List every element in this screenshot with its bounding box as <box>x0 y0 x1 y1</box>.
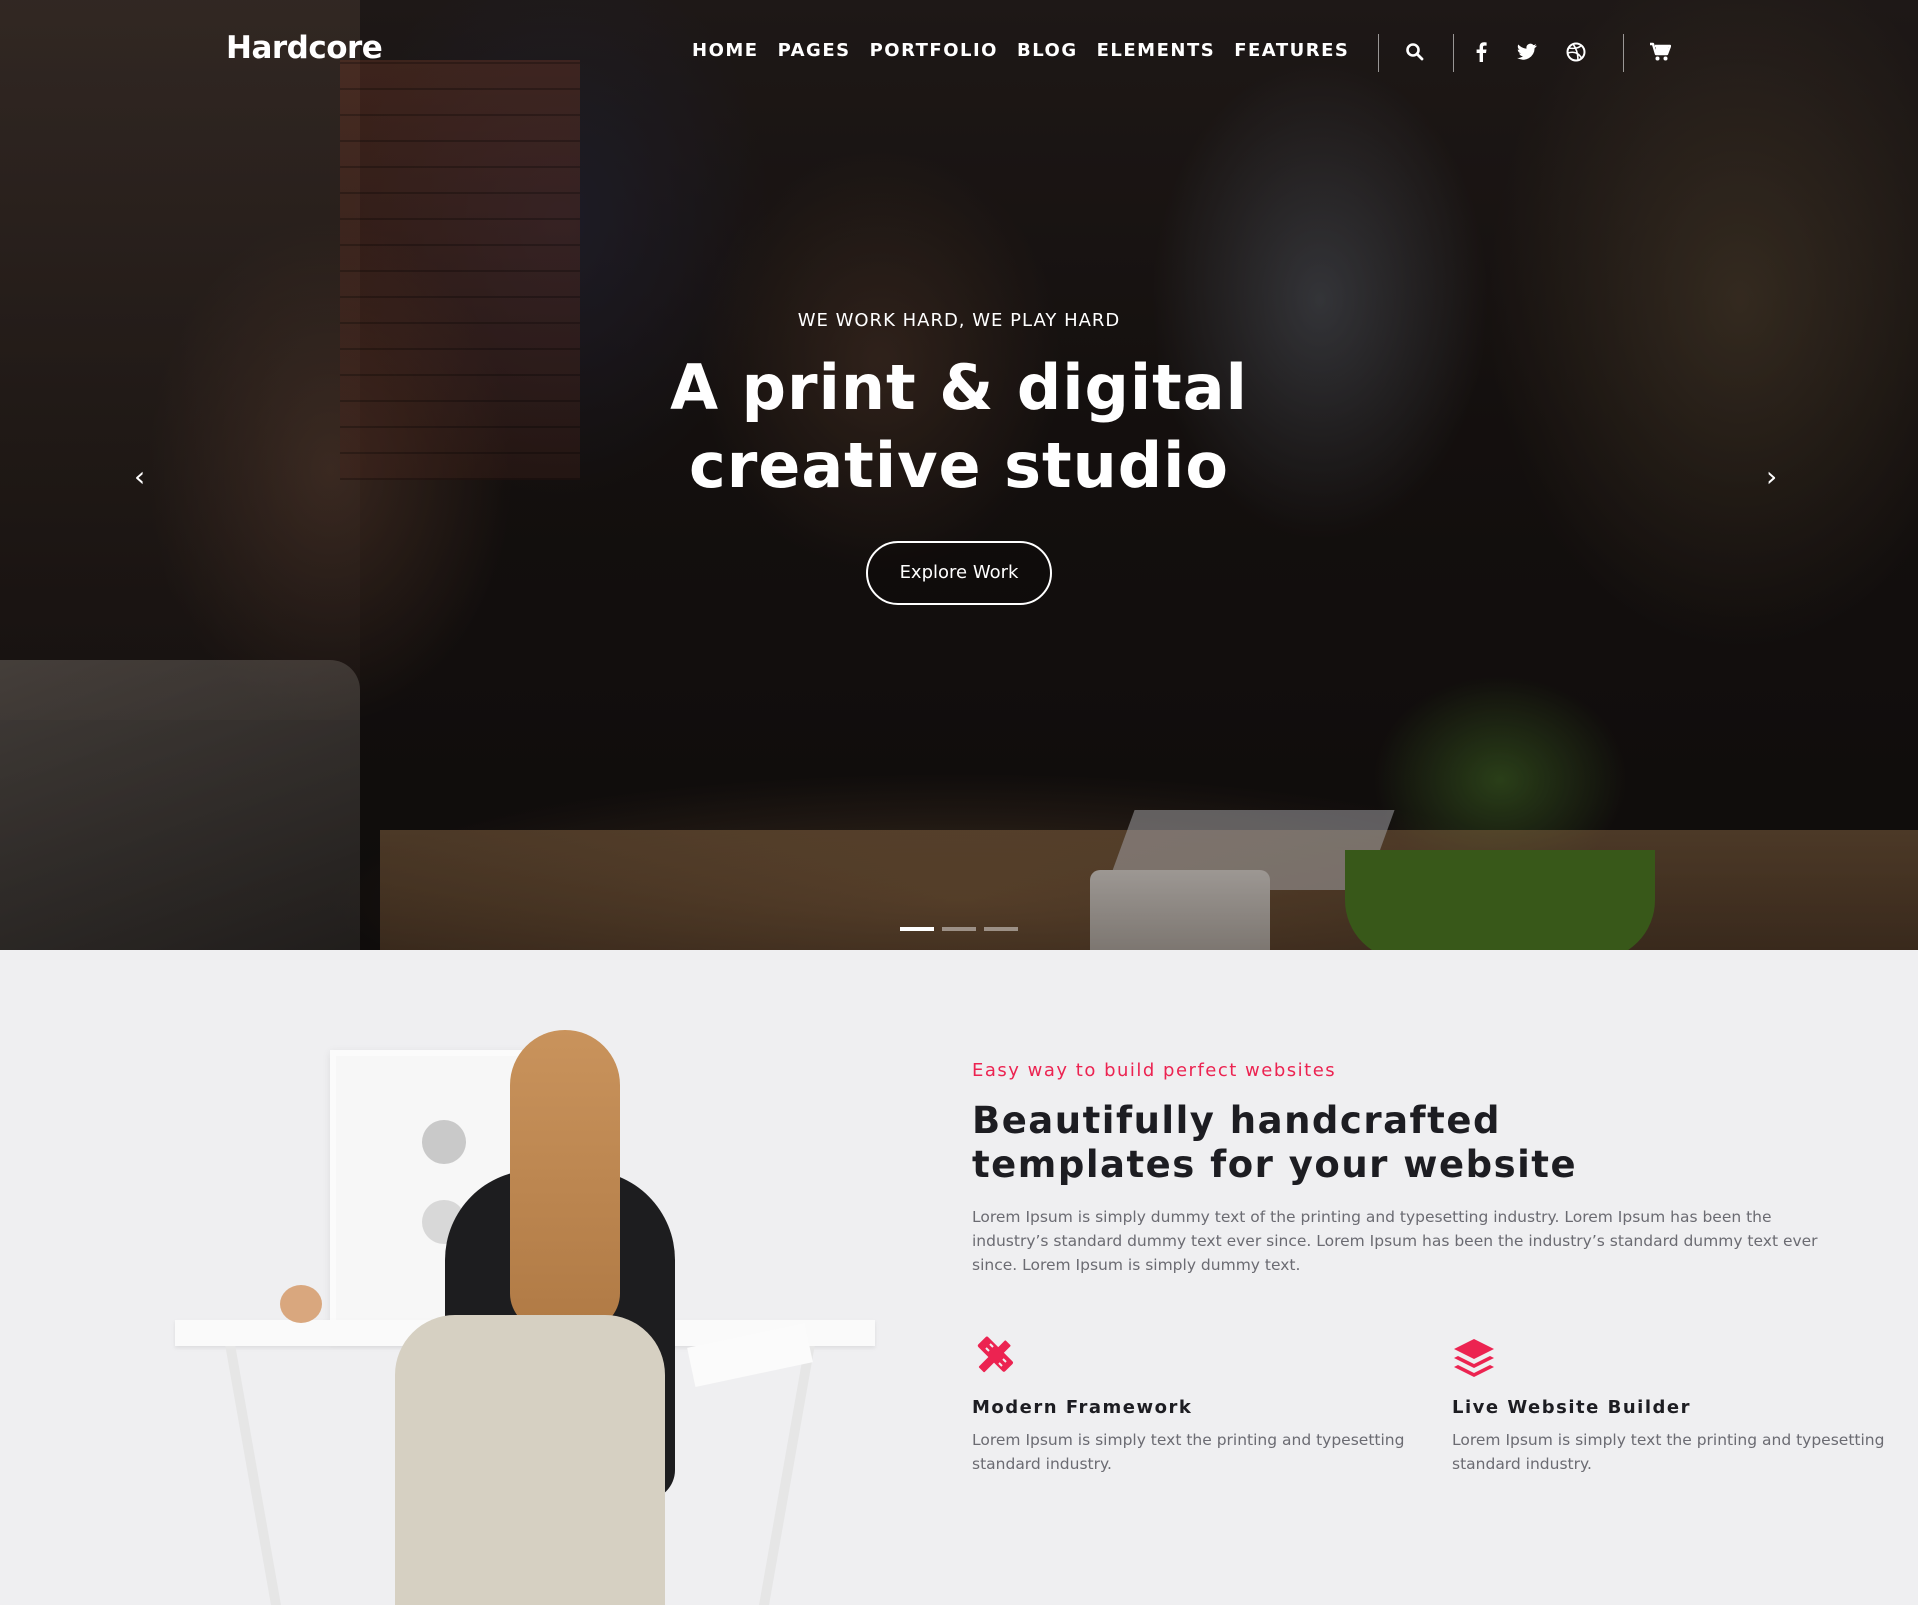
about-title-line-1: Beautifully handcrafted <box>972 1099 1501 1142</box>
nav-item-home[interactable]: HOME <box>692 40 759 61</box>
feature-item: Live Website Builder Lorem Ipsum is simp… <box>1452 1335 1912 1476</box>
brand-text: Hardcore <box>226 30 383 66</box>
photo-desk-leg <box>225 1346 285 1605</box>
cart-icon[interactable] <box>1648 40 1672 64</box>
feature-text: Lorem Ipsum is simply text the printing … <box>972 1431 1405 1473</box>
hero-eyebrow: WE WORK HARD, WE PLAY HARD <box>797 310 1121 331</box>
dribbble-icon[interactable] <box>1564 40 1588 64</box>
twitter-icon[interactable] <box>1515 40 1539 64</box>
about-title-line-2: templates for your website <box>972 1143 1578 1186</box>
nav-item-elements[interactable]: ELEMENTS <box>1097 40 1216 61</box>
about-photo <box>0 950 900 1605</box>
hero-title: A print & digital creative studio <box>0 349 1918 505</box>
slider-dot[interactable] <box>942 927 976 931</box>
photo-desk-leg <box>755 1346 815 1605</box>
brand-logo[interactable]: Hardcore <box>226 30 383 66</box>
facebook-icon[interactable] <box>1469 40 1493 64</box>
explore-work-button[interactable]: Explore Work <box>865 541 1053 605</box>
nav-item-pages[interactable]: PAGES <box>778 40 851 61</box>
photo-vase <box>280 1285 322 1323</box>
photo-art-circle <box>422 1120 466 1164</box>
search-icon[interactable] <box>1403 40 1427 64</box>
slider-dot[interactable] <box>900 927 934 931</box>
feature-title: Modern Framework <box>972 1397 1193 1418</box>
nav-divider <box>1378 34 1379 72</box>
slider-prev-arrow-icon[interactable]: ‹ <box>134 460 145 493</box>
pencil-ruler-icon <box>972 1336 1016 1383</box>
about-description: Lorem Ipsum is simply dummy text of the … <box>972 1208 1818 1274</box>
feature-item: Modern Framework Lorem Ipsum is simply t… <box>972 1335 1432 1476</box>
main-nav: HOME PAGES PORTFOLIO BLOG ELEMENTS FEATU… <box>692 40 1368 61</box>
feature-title: Live Website Builder <box>1452 1397 1691 1418</box>
about-section: Easy way to build perfect websites Beaut… <box>0 950 1918 1605</box>
photo-person-hair <box>510 1030 620 1330</box>
nav-divider <box>1623 34 1624 72</box>
hero-content: WE WORK HARD, WE PLAY HARD A print & dig… <box>0 310 1918 605</box>
layers-icon <box>1452 1339 1496 1383</box>
slider-dot[interactable] <box>984 927 1018 931</box>
about-text: Easy way to build perfect websites Beaut… <box>972 1060 1872 1277</box>
photo-chair <box>395 1315 665 1605</box>
nav-item-portfolio[interactable]: PORTFOLIO <box>870 40 998 61</box>
hero-title-line-1: A print & digital <box>670 351 1248 424</box>
nav-item-blog[interactable]: BLOG <box>1017 40 1078 61</box>
hero-slider: Hardcore HOME PAGES PORTFOLIO BLOG ELEME… <box>0 0 1918 950</box>
slider-next-arrow-icon[interactable]: › <box>1766 460 1777 493</box>
hero-title-line-2: creative studio <box>688 429 1230 502</box>
feature-text: Lorem Ipsum is simply text the printing … <box>1452 1431 1885 1473</box>
about-eyebrow: Easy way to build perfect websites <box>972 1060 1337 1081</box>
slider-pagination <box>900 927 1018 931</box>
nav-divider <box>1453 34 1454 72</box>
about-title: Beautifully handcrafted templates for yo… <box>972 1099 1872 1187</box>
nav-item-features[interactable]: FEATURES <box>1234 40 1349 61</box>
